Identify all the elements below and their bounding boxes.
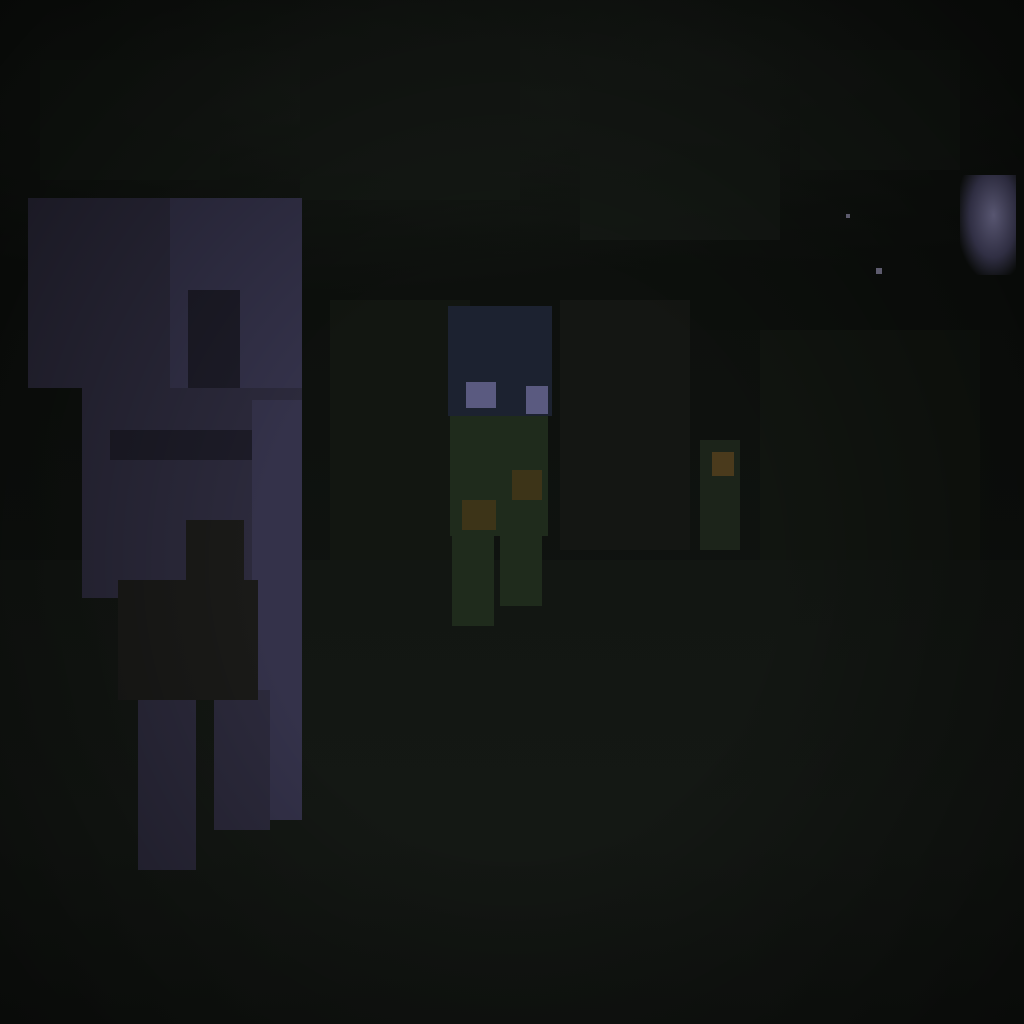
skeleton-leg-right (214, 690, 270, 830)
torch-icon (712, 452, 734, 476)
creeper-leg-left (452, 536, 494, 626)
shadow-mob-head (186, 520, 244, 586)
creeper-patch (512, 470, 542, 500)
skeleton-leg-left (138, 690, 196, 870)
tree-trunk (560, 300, 690, 550)
creeper-patch (462, 500, 496, 530)
leaf-cluster (760, 330, 980, 590)
light-speck (846, 214, 850, 218)
creeper-leg-right (500, 536, 542, 606)
leaf-cluster (300, 40, 520, 200)
creeper-eye-left (466, 382, 496, 408)
shadow-mob-body (118, 580, 258, 700)
skeleton-head-left (28, 198, 170, 388)
leaf-cluster (800, 50, 960, 170)
leaf-cluster (580, 90, 780, 240)
skeleton-ribs (110, 430, 260, 460)
moonlight-glint (960, 175, 1016, 275)
leaf-cluster (40, 60, 220, 180)
light-speck (876, 268, 882, 274)
creeper-eye-right (526, 386, 548, 414)
skeleton-eye (188, 290, 240, 390)
game-viewport[interactable] (0, 0, 1024, 1024)
